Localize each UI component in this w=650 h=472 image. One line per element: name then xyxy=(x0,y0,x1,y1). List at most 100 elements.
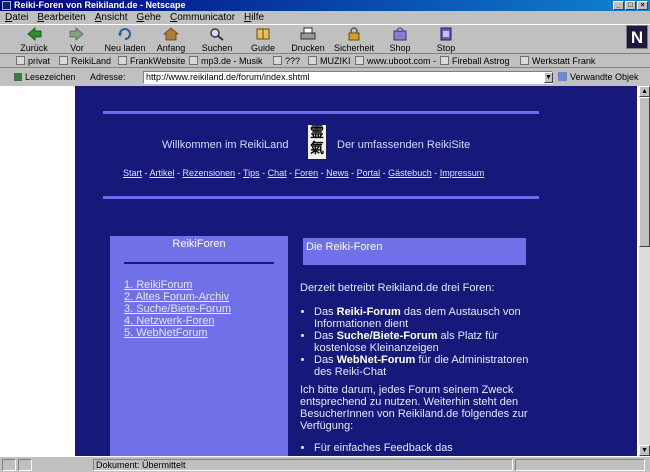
forward-button[interactable]: Vor xyxy=(53,27,101,53)
menu-bar: Datei Bearbeiten Ansicht Gehe Communicat… xyxy=(0,11,650,24)
forum-list: 1. ReikiForum 2. Altes Forum-Archiv 3. S… xyxy=(124,279,231,339)
close-button[interactable]: × xyxy=(637,1,648,10)
stop-button[interactable]: Stop xyxy=(422,27,470,53)
nav-chat[interactable]: Chat xyxy=(268,168,287,178)
window-title: Reiki-Foren von Reikiland.de - Netscape xyxy=(14,0,186,10)
print-button[interactable]: Drucken xyxy=(284,27,332,53)
print-icon xyxy=(300,27,316,40)
menu-datei[interactable]: Datei xyxy=(5,11,28,24)
scroll-thumb[interactable] xyxy=(639,97,650,247)
address-input[interactable]: http://www.reikiland.de/forum/index.shtm… xyxy=(143,71,553,84)
bookmark-uboot[interactable]: www.uboot.com - xyxy=(355,55,436,68)
forum-link-netzwerk[interactable]: 4. Netzwerk-Foren xyxy=(124,315,214,327)
home-button[interactable]: Anfang xyxy=(147,27,195,53)
info-paragraph: Ich bitte darum, jedes Forum seinem Zwec… xyxy=(300,384,528,432)
content-heading: Die Reiki-Foren xyxy=(303,238,526,265)
forward-arrow-icon xyxy=(69,27,84,41)
nav-gaestebuch[interactable]: Gästebuch xyxy=(388,168,432,178)
bookmark-werkstatt[interactable]: Werkstatt Frank xyxy=(520,55,595,68)
security-button[interactable]: Sicherheit xyxy=(330,27,378,53)
menu-communicator[interactable]: Communicator xyxy=(170,11,235,24)
scroll-up-icon[interactable]: ▲ xyxy=(639,86,650,97)
list-item: Das WebNet-Forum für die Administratoren… xyxy=(314,354,540,378)
forum-link-reikiforum[interactable]: 1. ReikiForum xyxy=(124,279,192,291)
bookmark-icon xyxy=(118,56,127,65)
intro-text: Derzeit betreibt Reikiland.de drei Foren… xyxy=(300,282,495,294)
scroll-down-icon[interactable]: ▼ xyxy=(639,445,650,456)
bookmark-icon xyxy=(189,56,198,65)
nav-start[interactable]: Start xyxy=(123,168,142,178)
site-navigation: Start - Artikel - Rezensionen - Tips - C… xyxy=(123,168,485,178)
status-bar: Dokument: Übermittelt xyxy=(0,456,650,472)
home-icon xyxy=(163,27,179,41)
welcome-left: Willkommen im ReikiLand xyxy=(162,139,289,151)
address-dropdown-icon[interactable]: ▼ xyxy=(544,72,553,83)
bookmark-icon xyxy=(355,56,364,65)
stop-icon xyxy=(440,27,452,41)
menu-ansicht[interactable]: Ansicht xyxy=(95,11,128,24)
bookmark-icon xyxy=(440,56,449,65)
reload-icon xyxy=(118,28,131,40)
back-arrow-icon xyxy=(27,27,42,41)
nav-artikel[interactable]: Artikel xyxy=(150,168,175,178)
list-item: Das Suche/Biete-Forum als Platz für kost… xyxy=(314,330,540,354)
forum-description-list: Das Reiki-Forum das dem Austausch von In… xyxy=(300,306,540,378)
guide-button[interactable]: Guide xyxy=(239,27,287,53)
bookmark-reikiland[interactable]: ReikiLand xyxy=(59,55,111,68)
shop-button[interactable]: Shop xyxy=(376,27,424,53)
search-button[interactable]: Suchen xyxy=(193,27,241,53)
bottom-rule xyxy=(103,196,539,199)
forum-link-archiv[interactable]: 2. Altes Forum-Archiv xyxy=(124,291,229,303)
nav-tips[interactable]: Tips xyxy=(243,168,260,178)
guide-icon xyxy=(256,28,270,40)
component-bar[interactable] xyxy=(515,459,645,471)
shop-icon xyxy=(393,27,407,41)
related-button[interactable]: Verwandte Objek xyxy=(558,69,639,85)
bookmark-frankwebsite[interactable]: FrankWebsite xyxy=(118,55,185,68)
security-lock-icon[interactable] xyxy=(2,459,16,471)
bookmark-privat[interactable]: privat xyxy=(16,55,50,68)
bookmark-icon xyxy=(59,56,68,65)
window-controls: _ □ × xyxy=(613,1,648,10)
menu-bearbeiten[interactable]: Bearbeiten xyxy=(37,11,85,24)
sidebar-heading: ReikiForen xyxy=(172,238,226,250)
bookmark-unknown[interactable]: ??? xyxy=(273,55,300,68)
bookmarks-button[interactable]: Lesezeichen xyxy=(14,69,76,85)
content-column: Die Reiki-Foren Derzeit betreibt Reikila… xyxy=(288,236,637,456)
menu-hilfe[interactable]: Hilfe xyxy=(244,11,264,24)
maximize-button[interactable]: □ xyxy=(625,1,636,10)
nav-foren[interactable]: Foren xyxy=(295,168,319,178)
reload-button[interactable]: Neu laden xyxy=(101,27,149,53)
bookmark-muziki[interactable]: MUZIKI xyxy=(308,55,351,68)
minimize-button[interactable]: _ xyxy=(613,1,624,10)
reiki-kanji-logo: 霊氣 xyxy=(308,125,326,159)
related-icon xyxy=(558,72,567,81)
bookmark-mp3[interactable]: mp3.de - Musik xyxy=(189,55,263,68)
forum-sidebar: ReikiForen 1. ReikiForum 2. Altes Forum-… xyxy=(110,236,288,456)
vertical-scrollbar[interactable]: ▲ ▼ xyxy=(639,86,650,456)
nav-news[interactable]: News xyxy=(326,168,349,178)
netscape-app-icon xyxy=(2,1,11,10)
location-bar: Lesezeichen Adresse: http://www.reikilan… xyxy=(0,69,650,85)
nav-portal[interactable]: Portal xyxy=(357,168,381,178)
bookmark-fireball[interactable]: Fireball Astrog xyxy=(440,55,510,68)
welcome-right: Der umfassenden ReikiSite xyxy=(337,139,471,151)
sidebar-rule xyxy=(124,262,274,264)
forum-link-suche-biete[interactable]: 3. Suche/Biete-Forum xyxy=(124,303,231,315)
feedback-list: Für einfaches Feedback das xyxy=(300,442,540,454)
back-button[interactable]: Zurück xyxy=(10,27,58,53)
title-bar: Reiki-Foren von Reikiland.de - Netscape … xyxy=(0,0,650,11)
list-item: 3. Suche/Biete-Forum xyxy=(124,303,231,315)
bookmark-icon xyxy=(308,56,317,65)
list-item: 4. Netzwerk-Foren xyxy=(124,315,231,327)
nav-rezensionen[interactable]: Rezensionen xyxy=(183,168,236,178)
bookmarks-icon xyxy=(14,73,22,81)
page-viewport: Willkommen im ReikiLand 霊氣 Der umfassend… xyxy=(0,86,639,456)
netscape-logo[interactable]: N xyxy=(626,25,648,49)
site-background: Willkommen im ReikiLand 霊氣 Der umfassend… xyxy=(75,86,637,456)
nav-impressum[interactable]: Impressum xyxy=(440,168,485,178)
personal-toolbar: privat ReikiLand FrankWebsite mp3.de - M… xyxy=(0,55,650,68)
forum-link-webnet[interactable]: 5. WebNetForum xyxy=(124,327,208,339)
bookmark-icon xyxy=(520,56,529,65)
menu-gehe[interactable]: Gehe xyxy=(137,11,161,24)
